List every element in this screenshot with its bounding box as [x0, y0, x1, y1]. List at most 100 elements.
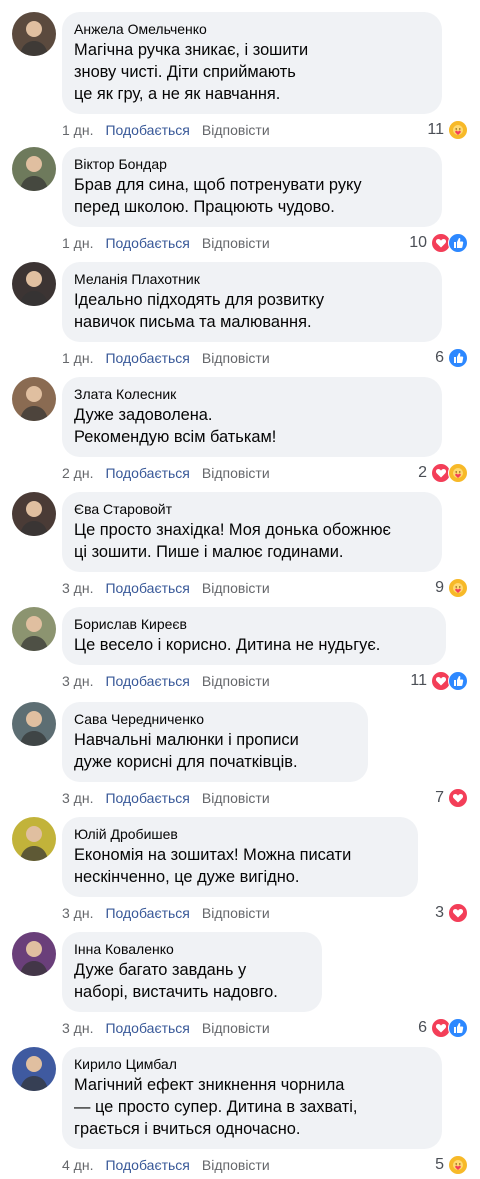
like-reaction-icon [448, 233, 468, 253]
avatar[interactable] [12, 932, 56, 976]
like-reaction-icon [448, 671, 468, 691]
comment-timestamp[interactable]: 1 дн. [62, 122, 93, 138]
comment-text: Дуже задоволена. Рекомендую всім батькам! [74, 404, 430, 448]
comment-actions: 3 дн. Подобається Відповісти [62, 904, 270, 922]
comment-author[interactable]: Сава Чередниченко [74, 710, 356, 728]
comment-actions: 1 дн. Подобається Відповісти [62, 349, 270, 367]
comment-timestamp[interactable]: 3 дн. [62, 790, 93, 806]
avatar[interactable] [12, 12, 56, 56]
reactions-summary[interactable]: 3 [435, 903, 468, 923]
like-button[interactable]: Подобається [105, 465, 189, 481]
comment-bubble: Єва Старовойт Це просто знахідка! Моя дон… [62, 492, 442, 572]
like-button[interactable]: Подобається [105, 1020, 189, 1036]
reply-button[interactable]: Відповісти [202, 790, 270, 806]
comment-text: Навчальні малюнки і прописи дуже корисні … [74, 729, 356, 773]
comment-actions: 3 дн. Подобається Відповісти [62, 1019, 270, 1037]
comment-text-line: ці зошити. Пише і малює годинами. [74, 543, 344, 561]
avatar[interactable] [12, 492, 56, 536]
comment-text-line: Дуже задоволена. [74, 406, 213, 424]
reply-button[interactable]: Відповісти [202, 465, 270, 481]
comment-text: Це весело і корисно. Дитина не нудьгує. [74, 634, 434, 656]
comment-bubble: Меланія Плахотник Ідеально підходять для … [62, 262, 442, 342]
comment-timestamp[interactable]: 1 дн. [62, 235, 93, 251]
avatar[interactable] [12, 607, 56, 651]
reply-button[interactable]: Відповісти [202, 235, 270, 251]
reactions-summary[interactable]: 2 [418, 463, 468, 483]
comment-timestamp[interactable]: 4 дн. [62, 1157, 93, 1173]
reactions-summary[interactable]: 6 [435, 348, 468, 368]
like-button[interactable]: Подобається [105, 122, 189, 138]
reactions-summary[interactable]: 5 [435, 1155, 468, 1175]
like-button[interactable]: Подобається [105, 580, 189, 596]
reactions-summary[interactable]: 9 [435, 578, 468, 598]
comment-timestamp[interactable]: 3 дн. [62, 905, 93, 921]
reaction-count: 10 [409, 234, 427, 251]
like-button[interactable]: Подобається [105, 1157, 189, 1173]
comment-text-line: Магічний ефект зникнення чорнила [74, 1076, 345, 1094]
like-button[interactable]: Подобається [105, 905, 189, 921]
comment-actions: 1 дн. Подобається Відповісти [62, 234, 270, 252]
comment-text-line: це як гру, а не як навчання. [74, 85, 281, 103]
comment-author[interactable]: Віктор Бондар [74, 155, 430, 173]
comment-bubble: Віктор Бондар Брав для сина, щоб потренув… [62, 147, 442, 227]
reaction-count: 2 [418, 464, 427, 481]
reaction-count: 11 [427, 121, 444, 138]
comment-actions: 3 дн. Подобається Відповісти [62, 789, 270, 807]
comment-text: Економія на зошитах! Можна писати нескінч… [74, 844, 406, 888]
reply-button[interactable]: Відповісти [202, 905, 270, 921]
avatar[interactable] [12, 702, 56, 746]
comment-text: Дуже багато завдань у наборі, вистачить н… [74, 959, 310, 1003]
avatar[interactable] [12, 817, 56, 861]
reply-button[interactable]: Відповісти [202, 673, 270, 689]
reply-button[interactable]: Відповісти [202, 580, 270, 596]
comment-author[interactable]: Єва Старовойт [74, 500, 430, 518]
comment-author[interactable]: Меланія Плахотник [74, 270, 430, 288]
avatar[interactable] [12, 262, 56, 306]
comment-text-line: Економія на зошитах! Можна писати [74, 846, 352, 864]
comment-timestamp[interactable]: 3 дн. [62, 1020, 93, 1036]
avatar[interactable] [12, 1047, 56, 1091]
comment-timestamp[interactable]: 3 дн. [62, 580, 93, 596]
like-button[interactable]: Подобається [105, 350, 189, 366]
like-button[interactable]: Подобається [105, 673, 189, 689]
like-reaction-icon [448, 1018, 468, 1038]
comment-author[interactable]: Інна Коваленко [74, 940, 310, 958]
comment-text-line: грається і вчиться одночасно. [74, 1120, 301, 1138]
care-reaction-icon [448, 1155, 468, 1175]
comment-timestamp[interactable]: 3 дн. [62, 673, 93, 689]
comment-text-line: Це весело і корисно. Дитина не нудьгує. [74, 636, 381, 654]
comment-author[interactable]: Злата Колесник [74, 385, 430, 403]
comment-text-line: наборі, вистачить надовго. [74, 983, 278, 1001]
reply-button[interactable]: Відповісти [202, 1020, 270, 1036]
comment-author[interactable]: Анжела Омельченко [74, 20, 430, 38]
comment-actions: 3 дн. Подобається Відповісти [62, 579, 270, 597]
like-button[interactable]: Подобається [105, 790, 189, 806]
reactions-summary[interactable]: 7 [435, 788, 468, 808]
comment-author[interactable]: Юлій Дробишев [74, 825, 406, 843]
comment-text-line: перед школою. Працюють чудово. [74, 198, 335, 216]
like-reaction-icon [448, 348, 468, 368]
reply-button[interactable]: Відповісти [202, 122, 270, 138]
reactions-summary[interactable]: 11 [427, 120, 468, 140]
comment-author[interactable]: Кирило Цимбал [74, 1055, 430, 1073]
reactions-summary[interactable]: 6 [418, 1018, 468, 1038]
comment-text-line: Ідеально підходять для розвитку [74, 291, 325, 309]
comment-timestamp[interactable]: 2 дн. [62, 465, 93, 481]
avatar[interactable] [12, 377, 56, 421]
reactions-summary[interactable]: 11 [410, 671, 468, 691]
comment-text: Ідеально підходять для розвитку навичок п… [74, 289, 430, 333]
reaction-count: 6 [435, 349, 444, 366]
comment-actions: 4 дн. Подобається Відповісти [62, 1156, 270, 1174]
like-button[interactable]: Подобається [105, 235, 189, 251]
comment-text: Це просто знахідка! Моя донька обожнює ці… [74, 519, 430, 563]
comment-text-line: Це просто знахідка! Моя донька обожнює [74, 521, 391, 539]
comment-timestamp[interactable]: 1 дн. [62, 350, 93, 366]
reply-button[interactable]: Відповісти [202, 1157, 270, 1173]
reply-button[interactable]: Відповісти [202, 350, 270, 366]
love-reaction-icon [448, 903, 468, 923]
reactions-summary[interactable]: 10 [409, 233, 468, 253]
comment-actions: 1 дн. Подобається Відповісти [62, 121, 270, 139]
avatar[interactable] [12, 147, 56, 191]
comment-bubble: Злата Колесник Дуже задоволена. Рекомендую… [62, 377, 442, 457]
comment-author[interactable]: Борислав Киреєв [74, 615, 434, 633]
